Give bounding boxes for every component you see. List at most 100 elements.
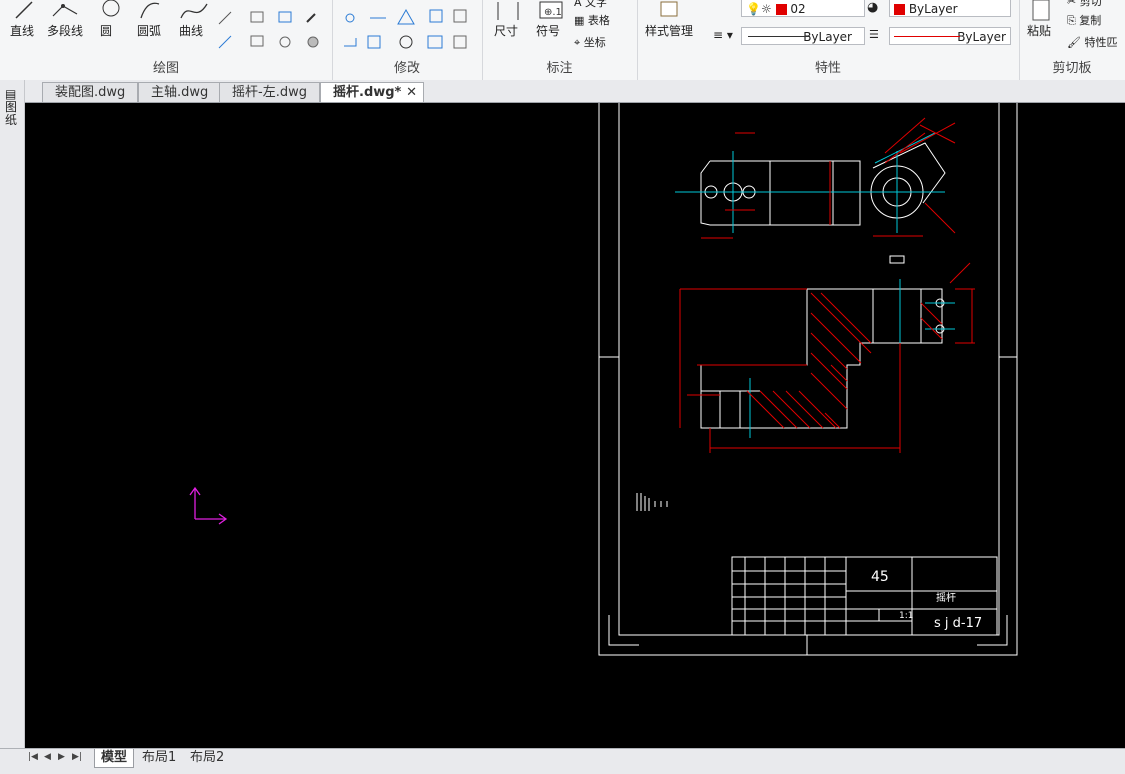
linetype-value: ByLayer [803, 30, 852, 44]
arc-label: 圆弧 [137, 24, 162, 38]
scissors-icon: ✂ [1067, 0, 1080, 8]
left-toolbar: ▤ 图纸 [0, 80, 25, 750]
title-block-drawing-number: s j d-17 [934, 616, 983, 631]
title-block-part-name: 摇杆 [936, 593, 956, 604]
color-value: ByLayer [908, 2, 958, 16]
properties-group-label: 特性 [814, 61, 841, 76]
modify-group: 修改 [332, 0, 483, 80]
drawing-canvas[interactable]: 45 摇杆 s j d-17 1:1 [25, 103, 1125, 748]
dimension-button[interactable]: 尺寸 [494, 0, 522, 39]
coordinate-icon: ⌖ [574, 36, 584, 49]
tab-model[interactable]: 模型 [94, 749, 135, 768]
tab-main-shaft[interactable]: 主轴.dwg [138, 82, 222, 102]
linetype-dropdown[interactable]: ByLayer [741, 27, 865, 45]
document-tab-bar: 装配图.dwg 主轴.dwg 摇杆-左.dwg 摇杆.dwg* ✕ [0, 80, 1125, 103]
polyline-button[interactable]: 多段线 [47, 0, 87, 39]
svg-text:⊕.1: ⊕.1 [544, 7, 562, 18]
drawing-sheet-label: 图纸 [5, 100, 18, 127]
clipboard-group-label: 剪切板 [1052, 61, 1092, 76]
tab-label: 主轴.dwg [151, 85, 209, 100]
tab-layout2[interactable]: 布局2 [184, 749, 230, 767]
copy-label: 复制 [1079, 14, 1102, 27]
layer-value: 02 [790, 2, 806, 16]
tab-layout1[interactable]: 布局1 [136, 749, 182, 767]
close-icon[interactable]: ✕ [406, 83, 417, 103]
lineweight-icon: ☰ [869, 28, 879, 41]
draw-group-label: 绘图 [152, 61, 179, 76]
text-label: 文字 [585, 0, 608, 9]
circle-icon [102, 0, 120, 17]
layer-color-swatch [775, 4, 787, 15]
table-button[interactable]: ▦ 表格 [574, 12, 610, 28]
color-wheel-icon[interactable]: ◕ [867, 0, 878, 15]
brush-icon: 🖌 [1067, 36, 1085, 49]
circle-button[interactable]: 圆 [100, 0, 122, 39]
tab-assembly[interactable]: 装配图.dwg [42, 82, 139, 102]
symbol-button[interactable]: ⊕.1 符号 [536, 0, 564, 39]
layer-dropdown[interactable]: 💡☼ 02 [741, 0, 865, 17]
table-icon: ▦ [574, 14, 588, 27]
draw-group: 直线 多段线 圆 圆弧 曲线 绘图 [0, 0, 333, 80]
copy-button[interactable]: ⎘ 复制 [1067, 12, 1101, 28]
top-view [675, 117, 956, 239]
draw-small-tools-icon[interactable] [215, 8, 325, 56]
curve-icon [180, 3, 208, 19]
next-layout-icon[interactable]: ▶ [58, 752, 65, 762]
modify-group-label: 修改 [393, 61, 420, 76]
line-button[interactable]: 直线 [10, 0, 36, 39]
cut-label: 剪切 [1079, 0, 1102, 8]
paste-label: 粘贴 [1027, 24, 1052, 38]
paste-button[interactable]: 粘贴 [1027, 0, 1053, 39]
tab-rocker[interactable]: 摇杆.dwg* ✕ [320, 82, 424, 102]
tab-label: 装配图.dwg [55, 85, 126, 100]
last-layout-icon[interactable]: ▶| [72, 752, 82, 762]
title-block-material: 45 [871, 569, 889, 585]
linetype-icon: ≡ ▾ [713, 28, 733, 42]
lightbulb-icon: 💡☼ [746, 2, 772, 16]
sheet-frame [598, 103, 1018, 656]
layout-tab-bar: |◀ ◀ ▶ ▶| 模型 布局1 布局2 [0, 748, 1125, 774]
ribbon: 直线 多段线 圆 圆弧 曲线 绘图 修改 尺寸 ⊕.1 符号 A 文字 ▦ 表格… [0, 0, 1125, 81]
tab-label: 摇杆-左.dwg [232, 85, 307, 100]
text-button[interactable]: A 文字 [574, 0, 607, 10]
text-note-marker [636, 493, 668, 511]
dimension-label: 尺寸 [494, 24, 519, 38]
line-icon [15, 1, 33, 19]
table-label: 表格 [587, 14, 610, 27]
modify-tools-icon[interactable] [340, 6, 475, 56]
title-block-scale: 1:1 [899, 611, 914, 621]
curve-label: 曲线 [179, 24, 204, 38]
lineweight-preview [894, 36, 960, 37]
front-view [679, 262, 975, 453]
tab-label: 摇杆.dwg* [333, 85, 402, 100]
coordinate-label: 坐标 [583, 36, 606, 49]
style-manager-button[interactable]: 样式管理 [645, 0, 695, 39]
dimension-icon [497, 2, 519, 20]
drawing-sheet-button[interactable]: ▤ 图纸 [5, 88, 19, 127]
curve-button[interactable]: 曲线 [179, 0, 209, 39]
polyline-icon [52, 4, 78, 17]
lineweight-dropdown[interactable]: ByLayer [889, 27, 1011, 45]
polyline-label: 多段线 [47, 24, 84, 38]
prev-layout-icon[interactable]: ◀ [44, 752, 51, 762]
coordinate-button[interactable]: ⌖ 坐标 [574, 34, 606, 50]
detail-marker [889, 255, 905, 264]
clipboard-icon [1032, 0, 1050, 21]
match-properties-button[interactable]: 🖌 特性匹 [1067, 34, 1117, 50]
cut-button[interactable]: ✂ 剪切 [1067, 0, 1102, 9]
color-dropdown[interactable]: ByLayer [889, 0, 1011, 17]
ucs-icon [189, 486, 228, 525]
copy-icon: ⎘ [1067, 14, 1080, 27]
match-properties-label: 特性匹 [1084, 36, 1118, 49]
arc-icon [140, 2, 160, 19]
first-layout-icon[interactable]: |◀ [28, 752, 38, 762]
sheet-icon: ▤ [5, 87, 17, 101]
linetype-preview [748, 36, 810, 37]
symbol-label: 符号 [536, 24, 561, 38]
circle-label: 圆 [100, 24, 113, 38]
tab-rocker-left[interactable]: 摇杆-左.dwg [219, 82, 320, 102]
color-swatch [894, 4, 905, 15]
arc-button[interactable]: 圆弧 [137, 0, 163, 39]
symbol-icon: ⊕.1 [539, 1, 563, 19]
lineweight-value: ByLayer [957, 30, 1006, 44]
